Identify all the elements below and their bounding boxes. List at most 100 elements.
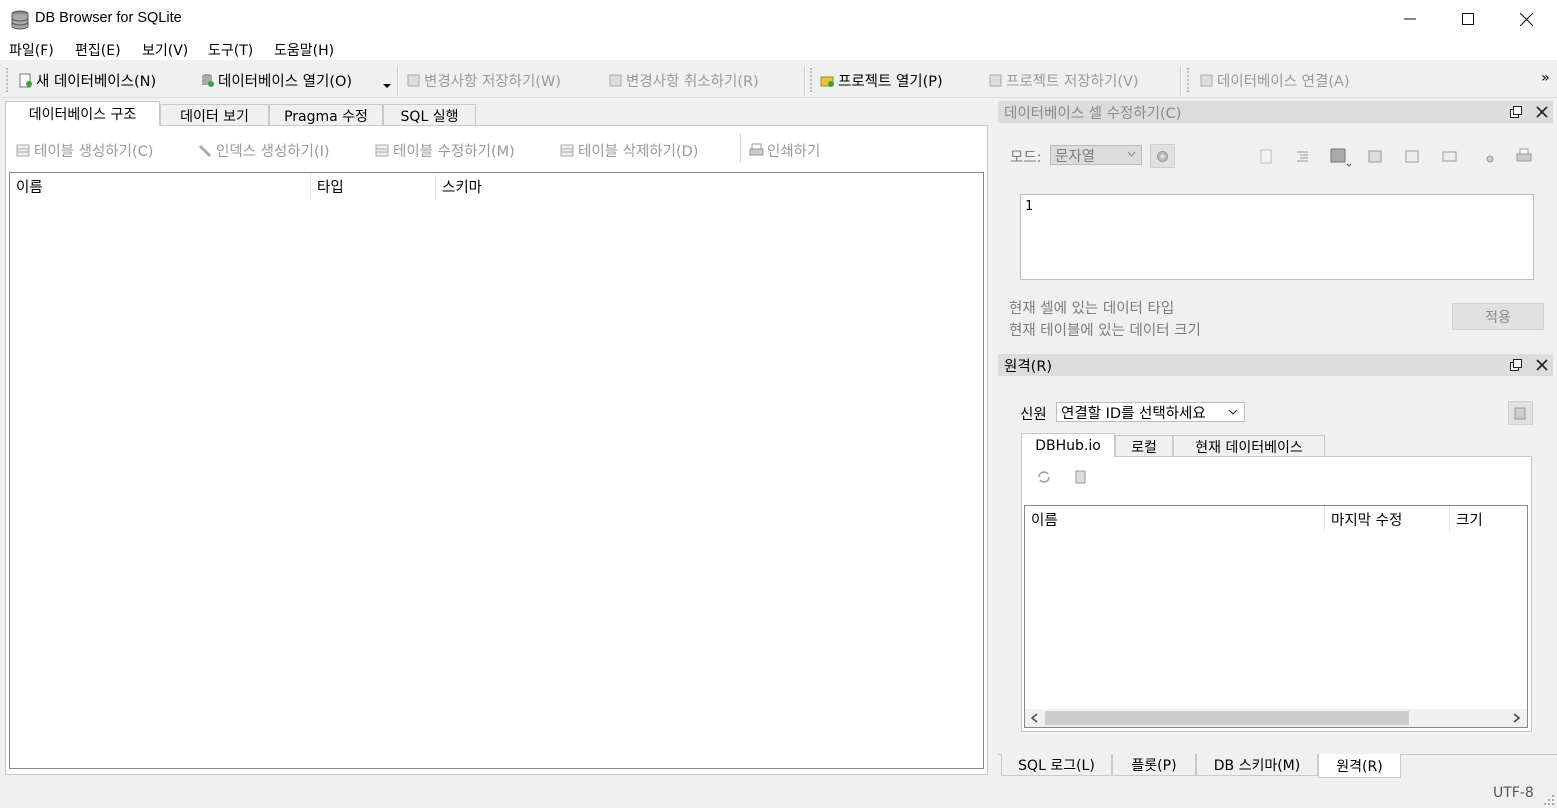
write-changes-label: 변경사항 저장하기(W) xyxy=(424,73,561,90)
tab-edit-pragmas[interactable]: Pragma 수정 xyxy=(269,104,383,126)
chevron-down-icon xyxy=(1228,409,1238,415)
float-dock-icon[interactable] xyxy=(1510,359,1522,371)
image-icon[interactable] xyxy=(1442,149,1457,164)
print-cell-icon[interactable] xyxy=(1516,148,1532,164)
tab-execute-sql[interactable]: SQL 실행 xyxy=(383,104,476,126)
open-database-button[interactable]: 데이터베이스 열기(O) xyxy=(200,70,352,90)
main-toolbar: 새 데이터베이스(N) 데이터베이스 열기(O) 변경사항 저장하기(W) 변경… xyxy=(0,60,1557,98)
save-project-icon xyxy=(989,74,1002,86)
toolbar-grip[interactable] xyxy=(1187,68,1190,92)
column-name-header[interactable]: 이름 xyxy=(10,173,311,199)
import-icon[interactable] xyxy=(1330,147,1352,169)
edit-cell-dock-title: 데이터베이스 셀 수정하기(C) xyxy=(998,101,1553,123)
mode-select-value: 문자열 xyxy=(1055,148,1096,165)
apply-button[interactable]: 적용 xyxy=(1452,303,1544,330)
encoding-status: UTF-8 xyxy=(1493,785,1534,801)
certificate-icon xyxy=(1514,407,1526,419)
menu-help[interactable]: 도움말(H) xyxy=(274,40,334,60)
database-icon xyxy=(11,10,29,30)
delete-table-label: 테이블 삭제하기(D) xyxy=(578,143,699,160)
toolbar-overflow-button[interactable]: » xyxy=(1541,68,1550,88)
save-project-label: 프로젝트 저장하기(V) xyxy=(1006,73,1139,90)
cell-editor-value: 1 xyxy=(1025,199,1033,214)
cell-editor[interactable]: 1 xyxy=(1020,194,1534,280)
open-project-label: 프로젝트 열기(P) xyxy=(838,73,943,90)
scroll-right-icon[interactable] xyxy=(1513,713,1521,723)
revert-changes-label: 변경사항 취소하기(R) xyxy=(626,73,759,90)
structure-tree[interactable]: 이름 타입 스키마 xyxy=(9,172,984,769)
toolbar-grip[interactable] xyxy=(6,68,9,92)
open-project-button[interactable]: 프로젝트 열기(P) xyxy=(820,70,943,90)
table-icon xyxy=(16,144,30,156)
new-database-button[interactable]: 새 데이터베이스(N) xyxy=(18,70,156,90)
column-type-header[interactable]: 타입 xyxy=(311,173,436,199)
identity-select-value: 연결할 ID를 선택하세요 xyxy=(1061,405,1206,422)
column-name-header[interactable]: 이름 xyxy=(1025,506,1325,532)
tab-sql-log[interactable]: SQL 로그(L) xyxy=(1001,754,1112,776)
auto-format-button[interactable] xyxy=(1150,144,1175,168)
attach-database-label: 데이터베이스 연결(A) xyxy=(1217,73,1350,90)
indent-icon[interactable] xyxy=(1295,149,1310,164)
column-last-modified-header[interactable]: 마지막 수정 xyxy=(1325,506,1450,532)
cell-size-info: 현재 테이블에 있는 데이터 크기 xyxy=(1009,323,1201,339)
new-database-label: 새 데이터베이스(N) xyxy=(36,73,157,90)
tab-browse-data[interactable]: 데이터 보기 xyxy=(160,104,269,126)
index-icon xyxy=(198,144,212,157)
close-button[interactable] xyxy=(1497,0,1555,38)
scroll-left-icon[interactable] xyxy=(1030,713,1038,723)
file-icon[interactable] xyxy=(1259,149,1274,164)
menu-tools[interactable]: 도구(T) xyxy=(208,40,253,60)
open-database-dropdown[interactable] xyxy=(382,78,391,95)
tab-db-schema[interactable]: DB 스키마(M) xyxy=(1196,754,1318,776)
set-null-icon[interactable] xyxy=(1405,149,1420,164)
identity-settings-button[interactable] xyxy=(1508,401,1533,425)
delete-table-button[interactable]: 테이블 삭제하기(D) xyxy=(560,141,699,160)
print-button[interactable]: 인쇄하기 xyxy=(749,141,820,160)
menu-bar: 파일(F) 편집(E) 보기(V) 도구(T) 도움말(H) xyxy=(0,38,1557,60)
clone-database-icon[interactable] xyxy=(1073,469,1089,485)
open-database-label: 데이터베이스 열기(O) xyxy=(218,73,353,90)
minimize-button[interactable] xyxy=(1381,0,1439,38)
float-dock-icon[interactable] xyxy=(1510,106,1522,118)
tab-current-database[interactable]: 현재 데이터베이스 xyxy=(1173,435,1325,457)
attach-database-button[interactable]: 데이터베이스 연결(A) xyxy=(1199,70,1350,90)
toolbar-separator xyxy=(740,134,742,162)
revert-changes-button[interactable]: 변경사항 취소하기(R) xyxy=(608,70,759,90)
tab-local[interactable]: 로컬 xyxy=(1115,435,1173,457)
printer-icon xyxy=(749,143,764,155)
tab-plot[interactable]: 플롯(P) xyxy=(1112,754,1196,776)
close-dock-icon[interactable] xyxy=(1536,359,1548,371)
close-dock-icon[interactable] xyxy=(1536,106,1548,118)
menu-view[interactable]: 보기(V) xyxy=(142,40,188,60)
toolbar-separator xyxy=(1180,66,1182,96)
identity-label: 신원 xyxy=(1020,407,1047,423)
remote-file-list[interactable]: 이름 마지막 수정 크기 xyxy=(1024,505,1528,728)
save-project-button[interactable]: 프로젝트 저장하기(V) xyxy=(988,70,1139,90)
scrollbar-thumb[interactable] xyxy=(1045,711,1409,725)
create-table-button[interactable]: 테이블 생성하기(C) xyxy=(16,141,153,160)
tab-dbhub[interactable]: DBHub.io xyxy=(1021,433,1115,457)
maximize-button[interactable] xyxy=(1439,0,1497,38)
remote-dock-title: 원격(R) xyxy=(998,354,1553,376)
column-schema-header[interactable]: 스키마 xyxy=(436,173,983,199)
resize-grip-icon[interactable] xyxy=(1543,794,1555,806)
revert-icon xyxy=(609,74,622,86)
identity-select[interactable]: 연결할 ID를 선택하세요 xyxy=(1056,402,1245,422)
create-index-button[interactable]: 인덱스 생성하기(I) xyxy=(198,141,330,160)
save-icon xyxy=(407,74,420,86)
export-icon[interactable] xyxy=(1368,149,1383,164)
menu-edit[interactable]: 편집(E) xyxy=(75,40,121,60)
eraser-icon[interactable] xyxy=(1480,149,1495,164)
menu-file[interactable]: 파일(F) xyxy=(9,40,54,60)
toolbar-grip[interactable] xyxy=(810,68,813,92)
tab-database-structure[interactable]: 데이터베이스 구조 xyxy=(5,101,160,126)
tab-remote[interactable]: 원격(R) xyxy=(1318,754,1401,778)
horizontal-scrollbar[interactable] xyxy=(1025,709,1527,727)
column-size-header[interactable]: 크기 xyxy=(1450,506,1527,532)
mode-label: 모드: xyxy=(1010,150,1042,166)
modify-table-button[interactable]: 테이블 수정하기(M) xyxy=(375,141,515,160)
write-changes-button[interactable]: 변경사항 저장하기(W) xyxy=(406,70,561,90)
mode-select[interactable]: 문자열 xyxy=(1050,145,1142,165)
chevron-down-icon xyxy=(1127,151,1136,157)
refresh-icon[interactable] xyxy=(1036,469,1052,485)
